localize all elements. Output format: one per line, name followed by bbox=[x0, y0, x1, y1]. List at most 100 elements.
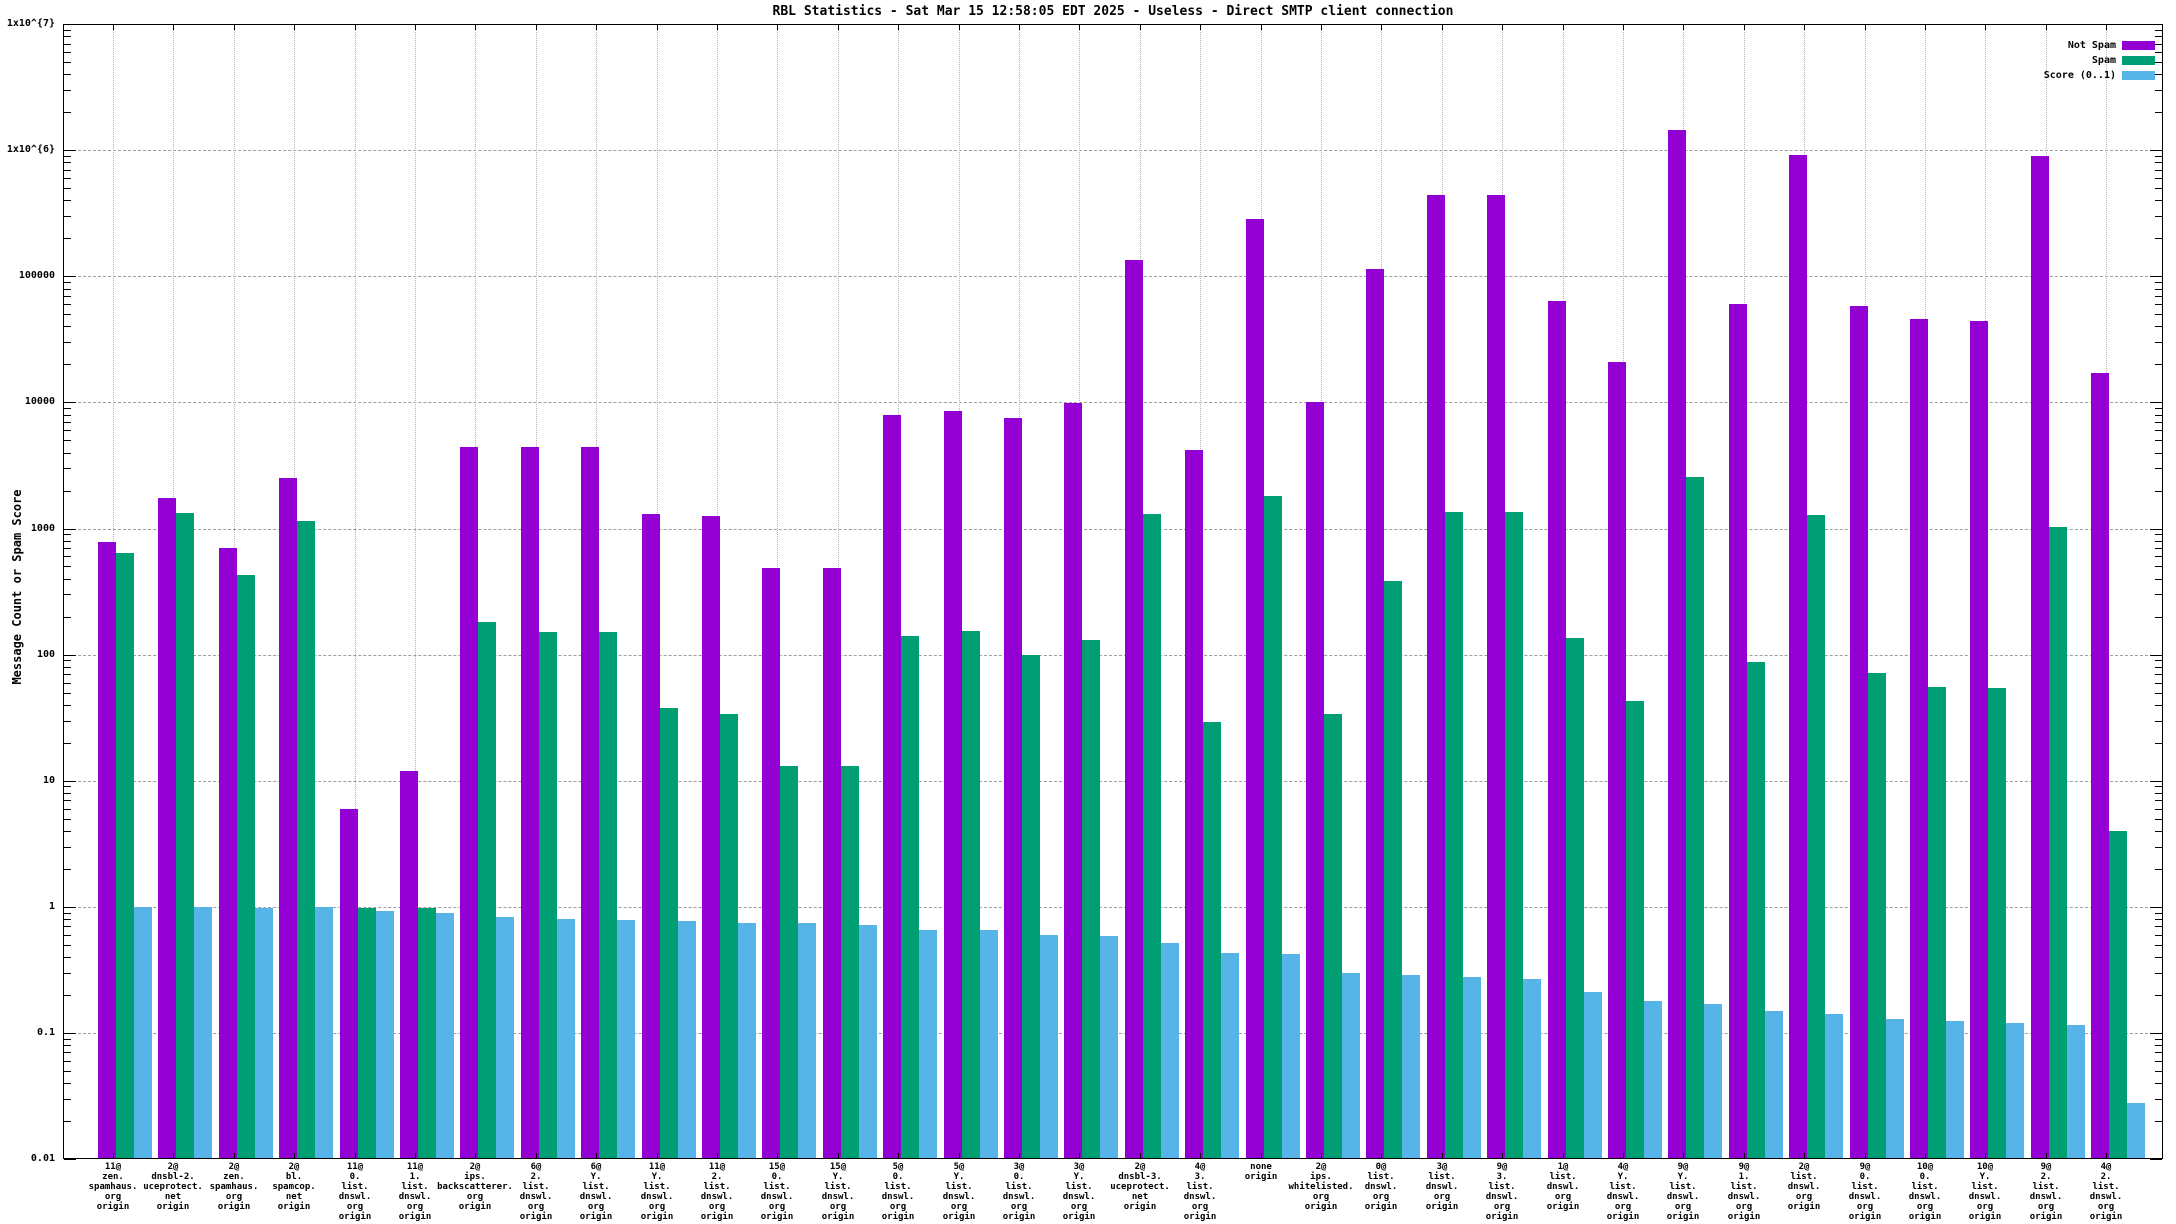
y-tick-minor bbox=[64, 326, 71, 327]
y-tick-minor bbox=[2155, 408, 2162, 409]
y-tick-minor bbox=[64, 44, 71, 45]
y-tick-minor bbox=[2155, 800, 2162, 801]
y-tick-minor bbox=[2155, 660, 2162, 661]
y-tick-minor bbox=[2155, 831, 2162, 832]
y-tick-minor bbox=[2155, 995, 2162, 996]
x-tick-top bbox=[1140, 24, 1141, 30]
y-tick-label: 1x10^{7} bbox=[6, 18, 55, 29]
y-tick-minor bbox=[64, 926, 71, 927]
y-tick-minor bbox=[64, 935, 71, 936]
y-tick-minor bbox=[2155, 36, 2162, 37]
y-tick-minor bbox=[2155, 112, 2162, 113]
y-tick-minor bbox=[64, 90, 71, 91]
x-tick-top bbox=[838, 24, 839, 30]
y-tick-minor bbox=[2155, 289, 2162, 290]
y-tick-minor bbox=[64, 1099, 71, 1100]
bar-score bbox=[738, 923, 756, 1158]
bar-not-spam bbox=[1306, 402, 1324, 1158]
bar-score bbox=[1040, 935, 1058, 1158]
y-tick-minor bbox=[64, 548, 71, 549]
bar-score bbox=[436, 913, 454, 1158]
y-tick-minor bbox=[64, 1061, 71, 1062]
y-tick-minor bbox=[64, 422, 71, 423]
bar-score bbox=[315, 907, 333, 1158]
y-tick-minor bbox=[64, 112, 71, 113]
y-tick-minor bbox=[2155, 617, 2162, 618]
y-tick-minor bbox=[2155, 326, 2162, 327]
bar-score bbox=[919, 930, 937, 1158]
y-tick-minor bbox=[64, 579, 71, 580]
y-tick-minor bbox=[2155, 430, 2162, 431]
x-tick-top bbox=[2106, 24, 2107, 30]
y-tick-minor bbox=[64, 453, 71, 454]
bar-not-spam bbox=[219, 548, 237, 1158]
y-tick-minor bbox=[64, 995, 71, 996]
y-tick-minor bbox=[64, 617, 71, 618]
gridline-horizontal bbox=[63, 655, 2163, 656]
x-tick-bottom bbox=[1261, 1153, 1262, 1159]
bar-not-spam bbox=[1668, 130, 1686, 1158]
y-tick-minor bbox=[64, 667, 71, 668]
bar-not-spam bbox=[1910, 319, 1928, 1158]
x-tick-top bbox=[596, 24, 597, 30]
x-tick-bottom bbox=[415, 1153, 416, 1159]
y-tick-major bbox=[2150, 276, 2162, 277]
bar-spam bbox=[1868, 673, 1886, 1158]
y-tick-minor bbox=[64, 831, 71, 832]
bar-spam bbox=[237, 575, 255, 1158]
y-tick-minor bbox=[2155, 594, 2162, 595]
gridline-horizontal bbox=[63, 781, 2163, 782]
x-tick-bottom bbox=[1623, 1153, 1624, 1159]
bar-not-spam bbox=[2091, 373, 2109, 1158]
y-tick-minor bbox=[64, 364, 71, 365]
y-tick-minor bbox=[2155, 90, 2162, 91]
bar-not-spam bbox=[944, 411, 962, 1158]
y-tick-minor bbox=[64, 660, 71, 661]
bar-spam bbox=[780, 766, 798, 1158]
x-tick-top bbox=[1563, 24, 1564, 30]
y-tick-minor bbox=[2155, 913, 2162, 914]
bar-spam bbox=[1384, 581, 1402, 1158]
x-tick-bottom bbox=[1140, 1153, 1141, 1159]
x-tick-bottom bbox=[2106, 1153, 2107, 1159]
gridline-horizontal bbox=[63, 276, 2163, 277]
bar-spam bbox=[1143, 514, 1161, 1158]
x-tick-bottom bbox=[1200, 1153, 1201, 1159]
y-tick-minor bbox=[2155, 162, 2162, 163]
y-tick-minor bbox=[2155, 721, 2162, 722]
x-tick-top bbox=[355, 24, 356, 30]
bar-score bbox=[1704, 1004, 1722, 1158]
y-tick-minor bbox=[64, 156, 71, 157]
bar-not-spam bbox=[1185, 450, 1203, 1158]
x-tick-top bbox=[475, 24, 476, 30]
y-tick-minor bbox=[64, 847, 71, 848]
x-tick-top bbox=[294, 24, 295, 30]
bar-score bbox=[859, 925, 877, 1158]
y-tick-minor bbox=[2155, 945, 2162, 946]
y-tick-minor bbox=[2155, 693, 2162, 694]
y-tick-major bbox=[2150, 781, 2162, 782]
bar-score bbox=[1644, 1001, 1662, 1158]
y-tick-label: 1 bbox=[48, 901, 55, 912]
y-tick-minor bbox=[2155, 44, 2162, 45]
bar-score bbox=[1946, 1021, 1964, 1158]
bar-not-spam bbox=[1789, 155, 1807, 1158]
bar-score bbox=[2127, 1103, 2145, 1158]
y-tick-minor bbox=[64, 178, 71, 179]
bar-not-spam bbox=[1427, 195, 1445, 1158]
bar-not-spam bbox=[1850, 306, 1868, 1158]
bar-score bbox=[496, 917, 514, 1158]
x-tick-top bbox=[1683, 24, 1684, 30]
x-tick-top bbox=[1321, 24, 1322, 30]
bar-not-spam bbox=[1004, 418, 1022, 1158]
y-tick-minor bbox=[64, 705, 71, 706]
bar-score bbox=[1221, 953, 1239, 1158]
bar-spam bbox=[1566, 638, 1584, 1158]
y-tick-minor bbox=[2155, 534, 2162, 535]
x-tick-top bbox=[1925, 24, 1926, 30]
y-tick-minor bbox=[2155, 579, 2162, 580]
x-tick-top bbox=[777, 24, 778, 30]
y-tick-label: 0.01 bbox=[30, 1153, 55, 1164]
bar-not-spam bbox=[1487, 195, 1505, 1158]
x-tick-top bbox=[1985, 24, 1986, 30]
